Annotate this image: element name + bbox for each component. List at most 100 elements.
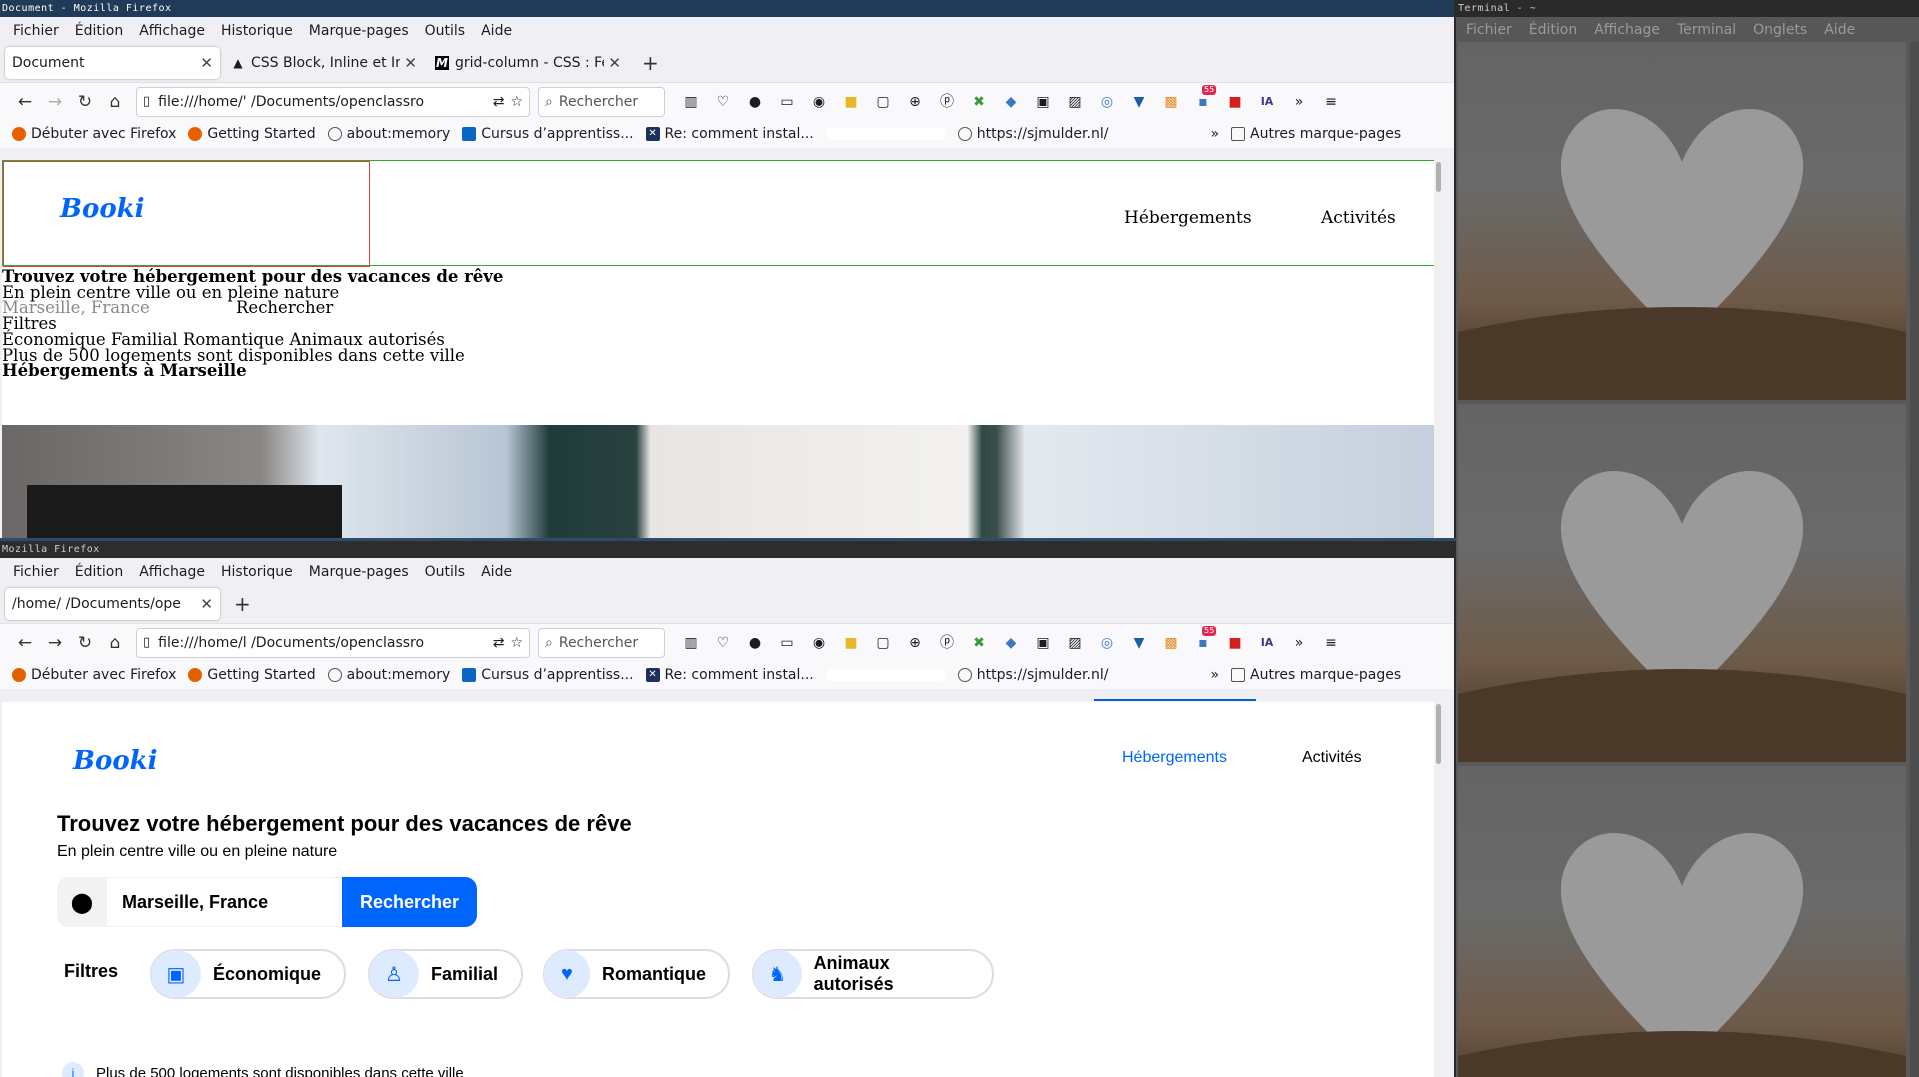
forward-arrow-icon[interactable]: → <box>40 633 70 653</box>
menu-edition[interactable]: Édition <box>68 23 132 39</box>
download-icon[interactable]: ⊕ <box>899 633 931 653</box>
vertical-scrollbar[interactable] <box>1434 160 1443 538</box>
book-icon[interactable]: ▢ <box>867 633 899 653</box>
menu-affichage[interactable]: Affichage <box>132 564 214 580</box>
book-icon[interactable]: ▢ <box>867 92 899 112</box>
notification-icon[interactable]: ▪ 55 <box>1187 84 1219 112</box>
close-tab-icon[interactable]: ✕ <box>608 54 621 72</box>
vertical-scrollbar[interactable] <box>1434 702 1443 1077</box>
ia-icon[interactable]: IA <box>1251 92 1283 112</box>
tab-document[interactable]: Document ✕ <box>5 47 220 79</box>
terminal-title-bar[interactable]: Terminal - ~ <box>1456 0 1919 17</box>
menu-aide[interactable]: Aide <box>474 564 521 580</box>
orange-extension-icon[interactable]: ▩ <box>1155 92 1187 112</box>
bookmark-item[interactable]: Débuter avec Firefox <box>12 126 176 142</box>
red-extension-icon[interactable]: ■ <box>1219 92 1251 112</box>
window-title-bar[interactable]: Mozilla Firefox <box>0 541 1454 558</box>
terminal-menu-affichage[interactable]: Affichage <box>1594 22 1660 38</box>
menu-marque-pages[interactable]: Marque-pages <box>302 23 418 39</box>
search-box[interactable]: ⌕ Rechercher <box>538 627 665 658</box>
ia-icon[interactable]: IA <box>1251 633 1283 653</box>
eye-icon[interactable]: ◉ <box>803 92 835 112</box>
back-arrow-icon[interactable]: ← <box>10 633 40 653</box>
image-icon[interactable]: ▨ <box>1059 92 1091 112</box>
home-icon[interactable]: ⌂ <box>100 92 130 112</box>
close-tab-icon[interactable]: ✕ <box>200 595 213 613</box>
url-bar[interactable]: ▯ file:///home/l /Documents/openclassro … <box>136 627 530 658</box>
terminal-menu-edition[interactable]: Édition <box>1529 22 1577 38</box>
menu-fichier[interactable]: Fichier <box>6 564 68 580</box>
bookmark-star-icon[interactable]: ☆ <box>510 94 523 110</box>
reload-icon[interactable]: ↻ <box>70 633 100 653</box>
search-button[interactable]: Rechercher <box>342 877 477 927</box>
pinterest-icon[interactable]: ⓟ <box>931 92 963 112</box>
translate-icon[interactable]: ⇄ <box>493 635 505 651</box>
tab-css-block[interactable]: ▲ CSS Block, Inline et Inlin ✕ <box>224 47 424 79</box>
menu-historique[interactable]: Historique <box>214 564 302 580</box>
extension-icon[interactable]: ▭ <box>771 633 803 653</box>
other-bookmarks[interactable]: Autres marque-pages <box>1231 667 1401 683</box>
bookmark-item[interactable]: Getting Started <box>188 126 316 142</box>
reader-view-icon[interactable]: ▥ <box>675 633 707 653</box>
home-icon[interactable]: ⌂ <box>100 633 130 653</box>
pocket-icon[interactable]: ♡ <box>707 92 739 112</box>
eye-icon[interactable]: ◉ <box>803 633 835 653</box>
diamond-extension-icon[interactable]: ◆ <box>995 92 1027 112</box>
stamp-icon[interactable]: ▣ <box>1027 633 1059 653</box>
menu-historique[interactable]: Historique <box>214 23 302 39</box>
bookmark-item[interactable]: about:memory <box>327 667 450 683</box>
overflow-chevron-icon[interactable]: » <box>1283 633 1315 653</box>
globe-extension-icon[interactable]: ◎ <box>1091 92 1123 112</box>
url-bar[interactable]: ▯ file:///home/' /Documents/openclassro … <box>136 86 530 117</box>
close-tab-icon[interactable]: ✕ <box>200 54 213 72</box>
tab-grid-column[interactable]: M grid-column - CSS : Feui ✕ <box>428 47 628 79</box>
hamburger-menu-icon[interactable]: ≡ <box>1315 92 1347 112</box>
menu-outils[interactable]: Outils <box>418 23 474 39</box>
filter-romantique[interactable]: ♥ Romantique <box>543 949 730 999</box>
menu-fichier[interactable]: Fichier <box>6 23 68 39</box>
new-tab-icon[interactable]: + <box>224 592 261 616</box>
bookmark-overflow-chevron-icon[interactable]: » <box>1210 126 1219 142</box>
terminal-menu-terminal[interactable]: Terminal <box>1677 22 1736 38</box>
bookmark-item[interactable]: about:memory <box>327 126 450 142</box>
tab-local-file[interactable]: /home/ /Documents/ope ✕ <box>5 588 220 620</box>
bookmark-item[interactable]: ✕ Re: comment instal... <box>645 126 814 142</box>
reload-icon[interactable]: ↻ <box>70 92 100 112</box>
menu-aide[interactable]: Aide <box>474 23 521 39</box>
globe-extension-icon[interactable]: ◎ <box>1091 633 1123 653</box>
bookmark-item[interactable]: https://sjmulder.nl/ <box>957 667 1108 683</box>
forward-arrow-icon[interactable]: → <box>40 92 70 112</box>
overflow-chevron-icon[interactable]: » <box>1283 92 1315 112</box>
filter-animaux[interactable]: ♞ Animaux autorisés <box>752 949 994 999</box>
diamond-extension-icon[interactable]: ◆ <box>995 633 1027 653</box>
extension-icon[interactable]: ▭ <box>771 92 803 112</box>
terminal-menu-aide[interactable]: Aide <box>1824 22 1855 38</box>
other-bookmarks[interactable]: Autres marque-pages <box>1231 126 1401 142</box>
j-extension-icon[interactable]: ● <box>739 92 771 112</box>
scroll-thumb[interactable] <box>1436 162 1441 192</box>
search-box[interactable]: ⌕ Rechercher <box>538 86 665 117</box>
bookmark-item[interactable]: Getting Started <box>188 667 316 683</box>
terminal-menu-fichier[interactable]: Fichier <box>1466 22 1512 38</box>
bookmark-star-icon[interactable]: ☆ <box>510 635 523 651</box>
filter-economique[interactable]: ▣ Économique <box>150 949 346 999</box>
bookmark-item[interactable]: Débuter avec Firefox <box>12 667 176 683</box>
translate-icon[interactable]: ⇄ <box>493 94 505 110</box>
scroll-thumb[interactable] <box>1436 704 1441 764</box>
download-icon[interactable]: ⊕ <box>899 92 931 112</box>
nav-hebergements[interactable]: Hébergements <box>1122 749 1227 767</box>
terminal-scrollbar[interactable] <box>1910 42 1919 1077</box>
menu-edition[interactable]: Édition <box>68 564 132 580</box>
nav-activites[interactable]: Activités <box>1321 210 1396 227</box>
filter-familial[interactable]: ♙ Familial <box>368 949 523 999</box>
close-tab-icon[interactable]: ✕ <box>404 54 417 72</box>
cross-extension-icon[interactable]: ✖ <box>963 92 995 112</box>
folder-extension-icon[interactable]: ■ <box>835 92 867 112</box>
notification-icon[interactable]: ▪ 55 <box>1187 625 1219 653</box>
back-arrow-icon[interactable]: ← <box>10 92 40 112</box>
folder-extension-icon[interactable]: ■ <box>835 633 867 653</box>
bookmark-overflow-chevron-icon[interactable]: » <box>1210 667 1219 683</box>
window-title-bar[interactable]: Document - Mozilla Firefox <box>0 0 1454 17</box>
pinterest-icon[interactable]: ⓟ <box>931 633 963 653</box>
hamburger-menu-icon[interactable]: ≡ <box>1315 633 1347 653</box>
